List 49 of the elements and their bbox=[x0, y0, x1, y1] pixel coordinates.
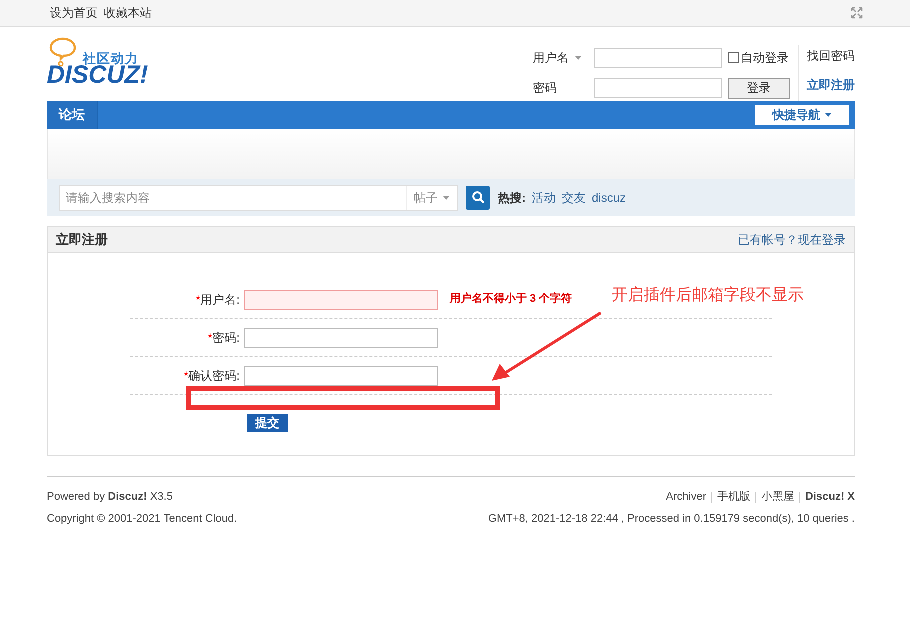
fullscreen-icon[interactable] bbox=[851, 7, 863, 19]
nav-tab[interactable]: 论坛 bbox=[47, 101, 98, 129]
required-mark: * bbox=[184, 368, 189, 384]
powered-by-text: Powered by Discuz! X3.5 bbox=[47, 490, 174, 505]
footer-link[interactable]: Archiver bbox=[666, 489, 706, 506]
search-icon bbox=[472, 191, 484, 204]
discuz-logo[interactable]: 社区动力 DISCUZ! bbox=[47, 37, 162, 92]
search-button[interactable] bbox=[466, 186, 490, 210]
copyright-text: Copyright © 2001-2021 Tencent Cloud. bbox=[47, 512, 238, 526]
text-input-field[interactable] bbox=[244, 366, 438, 386]
register-title: 立即注册 bbox=[56, 230, 108, 249]
footer-link[interactable]: Discuz! X bbox=[805, 489, 855, 506]
text-input-field[interactable] bbox=[244, 328, 438, 348]
field-label: 用户名: bbox=[200, 292, 240, 308]
hot-search-link[interactable]: discuz bbox=[592, 188, 626, 206]
recover-password-link[interactable]: 找回密码 bbox=[807, 47, 855, 65]
top-link[interactable]: 设为首页 bbox=[50, 4, 98, 22]
top-link[interactable]: 收藏本站 bbox=[104, 4, 152, 22]
speech-bubble-icon bbox=[49, 37, 79, 67]
hot-search-link[interactable]: 活动 bbox=[532, 188, 556, 206]
error-message: 用户名不得小于 3 个字符 bbox=[450, 292, 572, 308]
search-field[interactable]: 请输入搜索内容 帖子 bbox=[59, 184, 458, 210]
remember-checkbox[interactable] bbox=[728, 52, 739, 63]
footer-link[interactable]: 小黑屋 bbox=[761, 489, 794, 506]
hot-search-link[interactable]: 交友 bbox=[562, 188, 586, 206]
register-link[interactable]: 立即注册 bbox=[807, 76, 855, 94]
processing-info: GMT+8, 2021-12-18 22:44 , Processed in 0.159179 second(s), 10 queries . bbox=[488, 512, 855, 526]
field-label: 密码: bbox=[212, 330, 240, 346]
username-label: 用户名 bbox=[533, 50, 569, 66]
required-mark: * bbox=[196, 292, 201, 308]
remember-label[interactable]: 自动登录 bbox=[741, 48, 789, 66]
footer-link[interactable]: 手机版 bbox=[717, 489, 750, 506]
hot-search-label: 热搜: bbox=[498, 190, 526, 206]
caret-icon bbox=[443, 196, 450, 200]
password-label: 密码 bbox=[533, 80, 558, 97]
caret-icon[interactable] bbox=[575, 56, 582, 60]
logo-tagline: 社区动力 bbox=[83, 50, 139, 66]
field-label: 确认密码: bbox=[188, 368, 240, 384]
login-link[interactable]: 已有帐号？现在登录 bbox=[738, 230, 846, 248]
text-input-field[interactable] bbox=[244, 290, 438, 310]
login-button[interactable]: 登录 bbox=[728, 78, 790, 98]
quick-nav-button[interactable]: 快捷导航 bbox=[755, 105, 849, 125]
submit-button[interactable]: 提交 bbox=[247, 414, 288, 432]
caret-icon bbox=[824, 113, 832, 117]
username-input[interactable] bbox=[594, 48, 722, 68]
required-mark: * bbox=[208, 330, 213, 346]
search-type-select[interactable]: 帖子 bbox=[406, 186, 457, 210]
password-input[interactable] bbox=[594, 78, 722, 98]
annotation-text: 开启插件后邮箱字段不显示 bbox=[612, 286, 804, 306]
